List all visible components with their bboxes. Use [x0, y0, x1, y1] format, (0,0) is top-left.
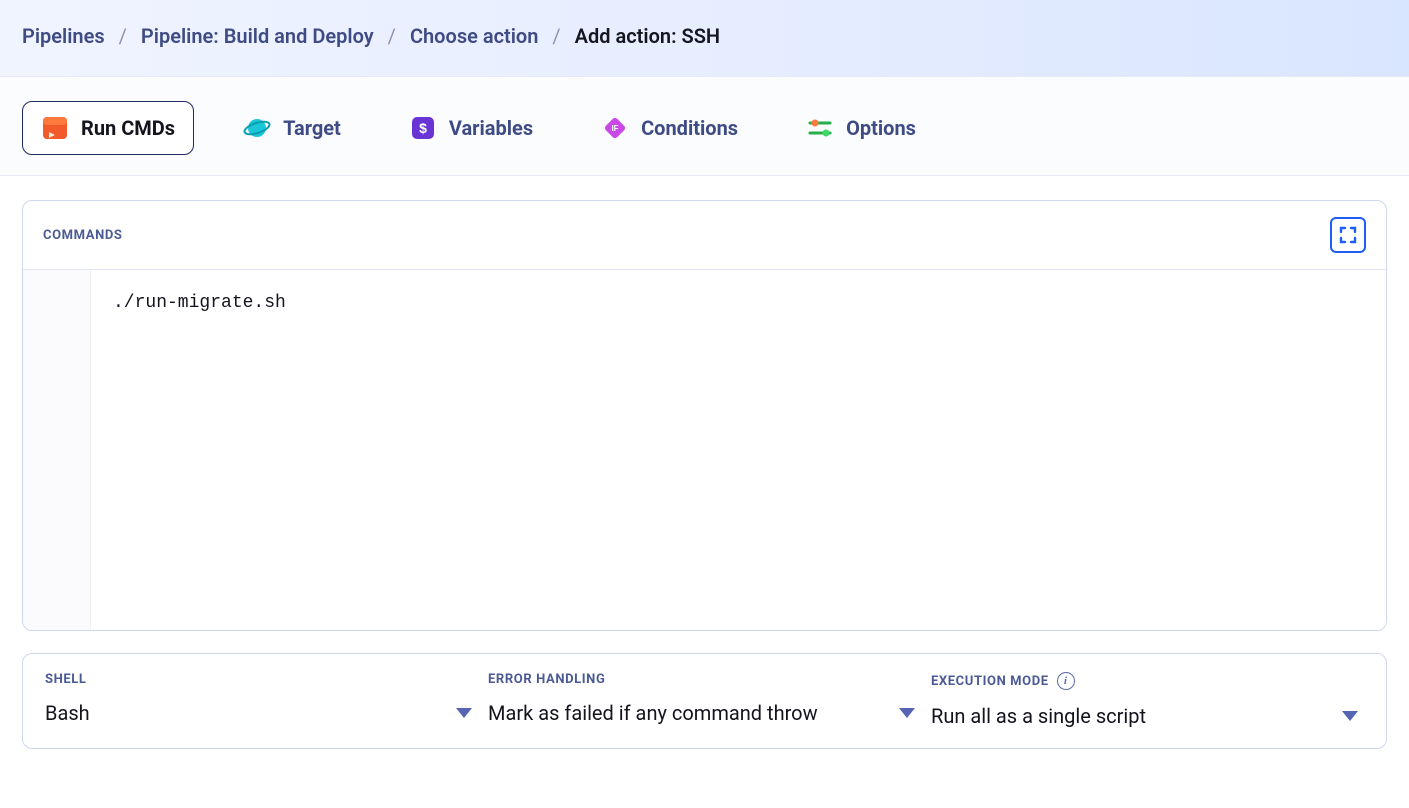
tab-target[interactable]: Target [224, 101, 360, 155]
breadcrumb-separator: / [552, 24, 560, 48]
terminal-icon [41, 114, 69, 142]
tab-label: Target [283, 116, 341, 140]
shell-select[interactable]: Bash [45, 701, 478, 725]
commands-label: COMMANDS [43, 228, 123, 243]
error-handling-label: ERROR HANDLING [488, 672, 921, 687]
breadcrumb: Pipelines / Pipeline: Build and Deploy /… [22, 24, 1387, 48]
shell-value: Bash [45, 701, 478, 725]
tab-label: Conditions [641, 116, 738, 140]
chevron-down-icon [899, 704, 915, 723]
tab-options[interactable]: Options [787, 101, 935, 155]
chevron-down-icon [1342, 707, 1358, 726]
editor-gutter [23, 270, 91, 630]
header: Pipelines / Pipeline: Build and Deploy /… [0, 0, 1409, 77]
shell-setting: SHELL Bash [45, 672, 478, 728]
tab-label: Variables [449, 116, 533, 140]
editor-wrap [23, 270, 1386, 630]
sliders-icon [806, 114, 834, 142]
commands-panel-header: COMMANDS [23, 201, 1386, 270]
info-icon[interactable]: i [1057, 672, 1075, 690]
svg-text:IF: IF [612, 124, 619, 133]
expand-icon [1338, 225, 1358, 245]
breadcrumb-separator: / [388, 24, 396, 48]
breadcrumb-separator: / [119, 24, 127, 48]
settings-panel: SHELL Bash ERROR HANDLING Mark as failed… [22, 653, 1387, 749]
breadcrumb-link-choose-action[interactable]: Choose action [410, 24, 538, 48]
tab-variables[interactable]: $ Variables [390, 101, 552, 155]
execution-mode-setting: EXECUTION MODE i Run all as a single scr… [931, 672, 1364, 728]
svg-text:$: $ [419, 120, 427, 136]
tab-label: Options [846, 116, 916, 140]
chevron-down-icon [456, 704, 472, 723]
content: COMMANDS SHELL Bash ERROR HANDLING [0, 176, 1409, 779]
error-handling-select[interactable]: Mark as failed if any command throw [488, 701, 921, 725]
execution-mode-value: Run all as a single script [931, 704, 1364, 728]
error-handling-value: Mark as failed if any command throw [488, 701, 921, 725]
tab-label: Run CMDs [81, 116, 175, 140]
planet-icon [243, 114, 271, 142]
error-handling-setting: ERROR HANDLING Mark as failed if any com… [488, 672, 921, 728]
breadcrumb-link-pipelines[interactable]: Pipelines [22, 24, 105, 48]
tabs-row: Run CMDs Target $ Variables IF Condition… [0, 77, 1409, 176]
dollar-icon: $ [409, 114, 437, 142]
shell-label: SHELL [45, 672, 478, 687]
execution-mode-select[interactable]: Run all as a single script [931, 704, 1364, 728]
tab-conditions[interactable]: IF Conditions [582, 101, 757, 155]
execution-mode-label: EXECUTION MODE i [931, 672, 1364, 690]
breadcrumb-link-pipeline-detail[interactable]: Pipeline: Build and Deploy [141, 24, 374, 48]
expand-button[interactable] [1330, 217, 1366, 253]
breadcrumb-current: Add action: SSH [575, 24, 720, 48]
commands-panel: COMMANDS [22, 200, 1387, 631]
diamond-icon: IF [601, 114, 629, 142]
tab-run-cmds[interactable]: Run CMDs [22, 101, 194, 155]
execution-mode-label-text: EXECUTION MODE [931, 674, 1049, 689]
commands-editor[interactable] [91, 270, 1386, 630]
